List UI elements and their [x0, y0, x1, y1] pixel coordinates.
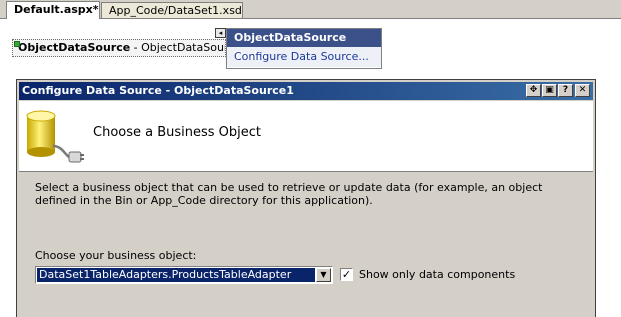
selected-business-object: DataSet1TableAdapters.ProductsTableAdapt…: [37, 268, 315, 282]
tasks-panel-title: ObjectDataSource Tasks: [227, 29, 381, 62]
tasks-panel: ObjectDataSource Tasks Configure Data So…: [226, 28, 382, 69]
configure-data-source-dialog: Configure Data Source - ObjectDataSource…: [16, 79, 596, 317]
tab-dataset1-xsd[interactable]: App_Code/DataSet1.xsd: [101, 2, 243, 18]
tab-default-aspx[interactable]: Default.aspx*: [6, 1, 100, 19]
smart-tag-arrow-icon[interactable]: ◂: [215, 28, 226, 38]
configure-data-source-link[interactable]: Configure Data Source...: [227, 47, 381, 67]
objectdatasource-control[interactable]: ObjectDataSource - ObjectDataSource1: [12, 39, 226, 57]
move-icon[interactable]: ✥: [526, 84, 541, 97]
control-id-label: - ObjectDataSource1: [133, 41, 225, 54]
dialog-title: Configure Data Source - ObjectDataSource…: [22, 84, 294, 97]
business-object-label: Choose your business object:: [35, 249, 197, 262]
restore-button[interactable]: ▣: [542, 84, 557, 97]
page-heading: Choose a Business Object: [93, 125, 262, 140]
database-plug-icon: [26, 110, 84, 163]
control-glyph-icon: [14, 41, 20, 47]
help-button[interactable]: ?: [558, 84, 573, 97]
chevron-down-icon[interactable]: ▼: [316, 268, 331, 282]
business-object-select[interactable]: DataSet1TableAdapters.ProductsTableAdapt…: [35, 266, 333, 284]
control-type-label: ObjectDataSource: [18, 41, 131, 54]
dialog-titlebar[interactable]: Configure Data Source - ObjectDataSource…: [19, 82, 593, 100]
description-text: Select a business object that can be use…: [35, 181, 543, 207]
show-only-data-components-checkbox[interactable]: ✓: [340, 268, 353, 281]
show-only-data-components-label[interactable]: Show only data components: [359, 268, 515, 281]
document-tab-strip: Default.aspx* App_Code/DataSet1.xsd: [0, 0, 621, 19]
wizard-banner: Choose a Business Object: [19, 101, 593, 172]
close-button[interactable]: ✕: [575, 84, 590, 97]
